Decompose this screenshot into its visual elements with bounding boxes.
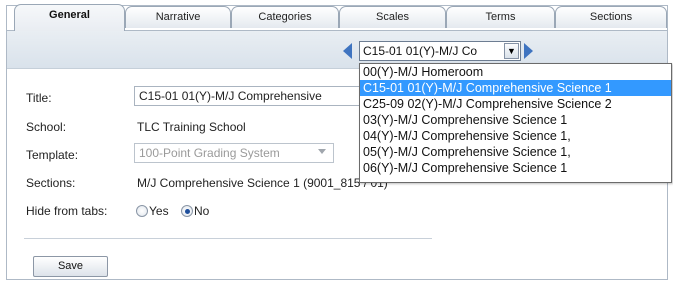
previous-section-arrow-icon[interactable] — [343, 43, 352, 59]
hide-from-tabs-label: Hide from tabs: — [26, 204, 108, 218]
dropdown-option[interactable]: 00(Y)-M/J Homeroom — [360, 64, 671, 80]
section-select[interactable]: C15-01 01(Y)-M/J Co ▼ — [359, 41, 521, 61]
tab-categories[interactable]: Categories — [231, 6, 339, 28]
chevron-down-icon[interactable]: ▼ — [504, 43, 519, 59]
dropdown-option-selected[interactable]: C15-01 01(Y)-M/J Comprehensive Science 1 — [360, 80, 671, 96]
tab-sections[interactable]: Sections — [555, 6, 667, 28]
school-label: School: — [26, 120, 67, 134]
hide-no-radio[interactable] — [181, 205, 193, 217]
section-dropdown-list: 00(Y)-M/J Homeroom C15-01 01(Y)-M/J Comp… — [359, 63, 672, 183]
dropdown-option[interactable]: C25-09 02(Y)-M/J Comprehensive Science 2 — [360, 96, 671, 112]
dropdown-option[interactable]: 04(Y)-M/J Comprehensive Science 1, — [360, 128, 671, 144]
title-input[interactable]: C15-01 01(Y)-M/J Comprehensive — [134, 86, 394, 106]
dropdown-option[interactable]: 05(Y)-M/J Comprehensive Science 1, — [360, 144, 671, 160]
section-select-value: C15-01 01(Y)-M/J Co — [363, 44, 478, 58]
tab-general[interactable]: General — [14, 4, 125, 31]
tab-narrative[interactable]: Narrative — [125, 6, 231, 28]
sections-label: Sections: — [26, 176, 76, 190]
title-label: Title: — [26, 91, 52, 105]
form-divider — [24, 238, 432, 239]
hide-yes-radio[interactable] — [136, 205, 148, 217]
template-chevron-down-icon — [318, 149, 326, 154]
sections-value: M/J Comprehensive Science 1 (9001_815 / … — [137, 176, 388, 190]
hide-no-label: No — [194, 204, 210, 218]
tab-scales[interactable]: Scales — [339, 6, 446, 28]
template-select[interactable]: 100-Point Grading System — [134, 143, 334, 163]
tab-terms[interactable]: Terms — [446, 6, 555, 28]
dropdown-option[interactable]: 03(Y)-M/J Comprehensive Science 1 — [360, 112, 671, 128]
template-label: Template: — [26, 148, 79, 162]
dropdown-option[interactable]: 06(Y)-M/J Comprehensive Science 1 — [360, 160, 671, 176]
save-button[interactable]: Save — [33, 256, 108, 277]
school-value: TLC Training School — [137, 120, 246, 134]
next-section-arrow-icon[interactable] — [524, 43, 533, 59]
hide-yes-label: Yes — [149, 204, 169, 218]
